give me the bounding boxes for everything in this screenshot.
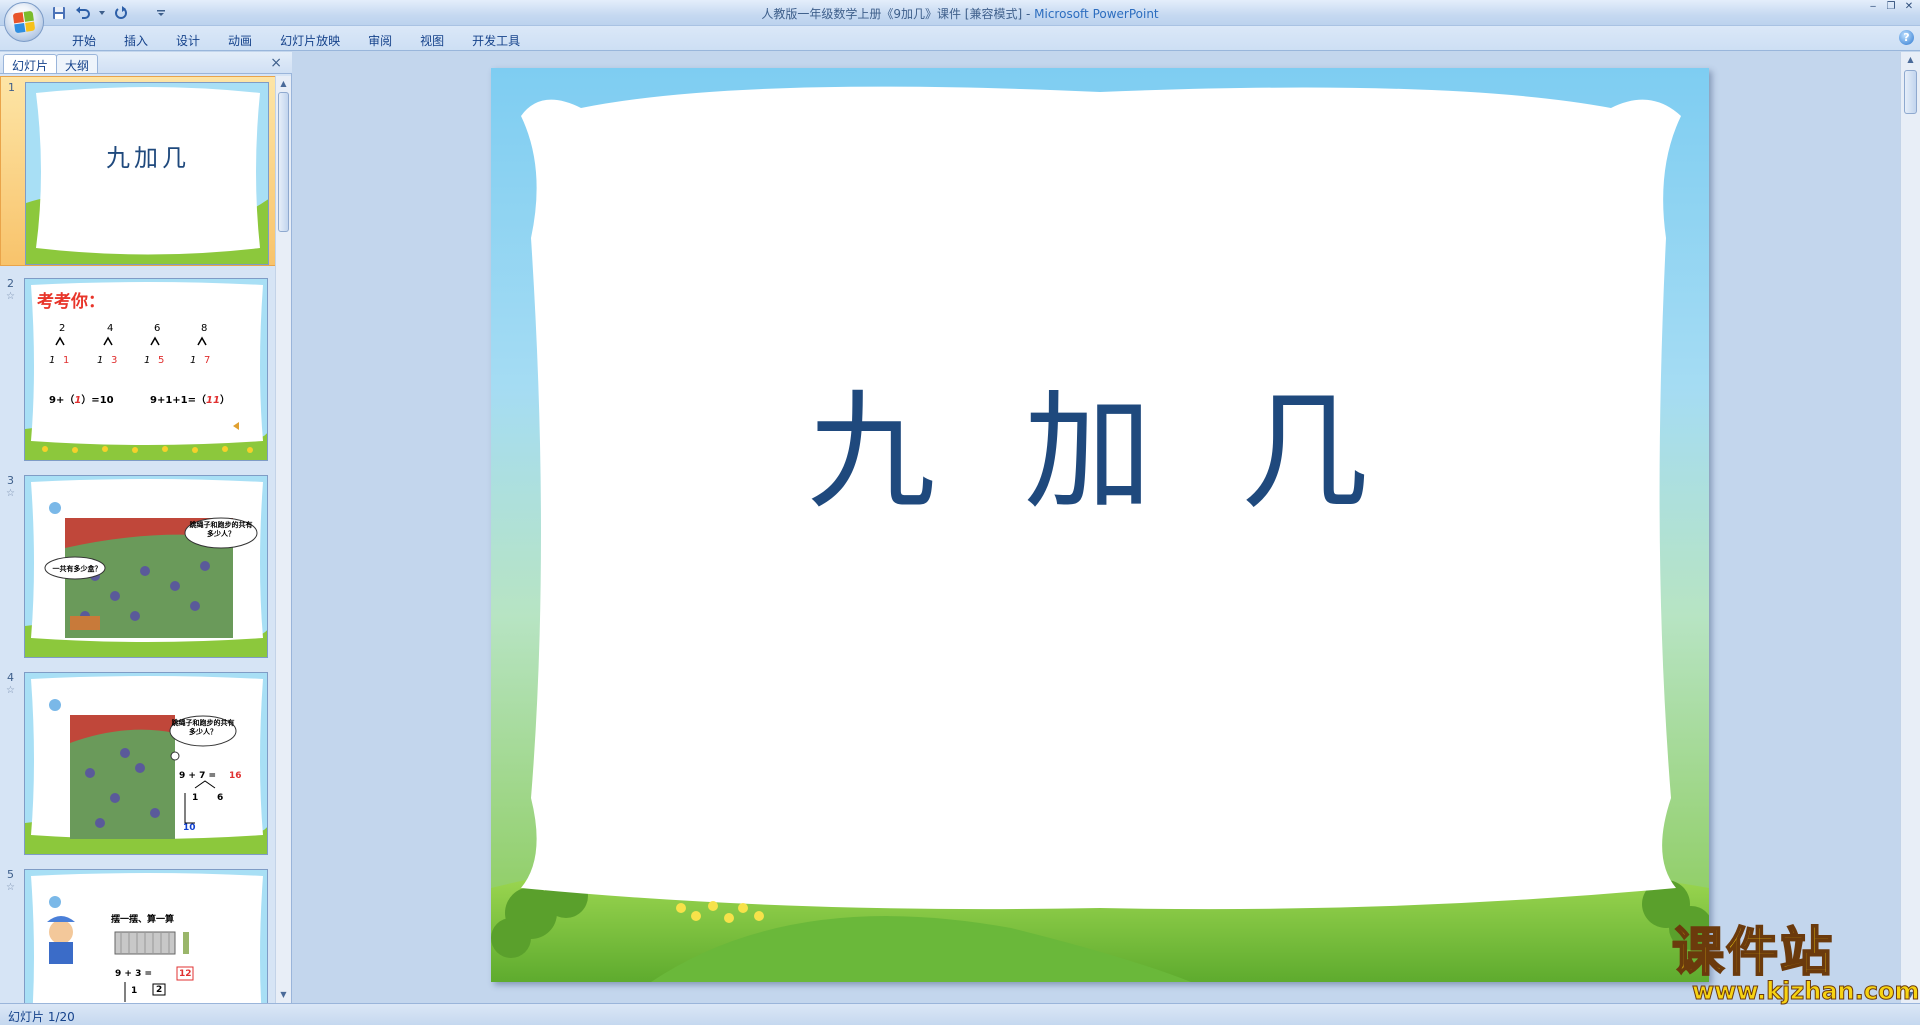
slide-background-graphic bbox=[25, 870, 267, 1003]
pane-header: 幻灯片 大纲 × bbox=[0, 52, 292, 74]
scroll-down-icon[interactable]: ▼ bbox=[276, 987, 291, 1003]
slide-number: 5 bbox=[7, 868, 14, 881]
number-left: 1 bbox=[190, 355, 197, 366]
number-right: 7 bbox=[204, 355, 211, 366]
document-title: 人教版一年级数学上册《9加几》课件 [兼容模式] - bbox=[761, 7, 1035, 21]
slide-thumbnail-2[interactable]: 考考你： 2 4 6 8 1 1 1 3 1 5 1 7 9+（1）=10 9+… bbox=[24, 278, 268, 461]
equation-part: ）=10 bbox=[81, 395, 114, 406]
number-top: 6 bbox=[154, 323, 161, 334]
thumbnail-row-1: 1 九加几 bbox=[0, 76, 276, 266]
ribbon: 开始 插入 设计 动画 幻灯片放映 审阅 视图 开发工具 ? bbox=[0, 26, 1920, 51]
slide-background-graphic bbox=[25, 673, 267, 854]
number-left: 1 bbox=[144, 355, 151, 366]
equation-2: 9+1+1=（11） bbox=[150, 391, 230, 406]
pane-scrollbar[interactable]: ▲ ▼ bbox=[275, 76, 291, 1003]
tab-review[interactable]: 审阅 bbox=[354, 29, 406, 52]
slide-editing-area: 九 加 几 bbox=[293, 52, 1900, 1003]
editor-scrollbar[interactable]: ▲ ▼ bbox=[1900, 52, 1920, 1003]
close-icon[interactable]: × bbox=[270, 55, 282, 71]
number-left: 1 bbox=[97, 355, 104, 366]
equation-1: 9+（1）=10 bbox=[49, 391, 114, 406]
thumbnail-heading: 考考你： bbox=[37, 292, 105, 312]
speech-bubble-text: 一共有多少盒？ bbox=[52, 565, 102, 573]
number-top: 2 bbox=[59, 323, 66, 334]
slide-background-graphic bbox=[26, 83, 268, 264]
restore-button[interactable]: ❐ bbox=[1884, 2, 1898, 12]
equation-answer: 11 bbox=[206, 395, 220, 406]
slide-thumbnail-3[interactable]: 一共有多少盒？ 跳绳子和跑步的共有多少人？ bbox=[24, 475, 268, 658]
equation-part: 9+（ bbox=[49, 395, 75, 406]
equation: 9 + 7 = bbox=[179, 771, 217, 781]
thumbnail-heading: 摆一摆、算一算 bbox=[111, 915, 175, 925]
main-slide[interactable]: 九 加 几 bbox=[491, 68, 1709, 982]
partial-sum: 10 bbox=[183, 823, 196, 833]
title-bar: 人教版一年级数学上册《9加几》课件 [兼容模式] - Microsoft Pow… bbox=[0, 0, 1920, 26]
window-title: 人教版一年级数学上册《9加几》课件 [兼容模式] - Microsoft Pow… bbox=[0, 5, 1920, 22]
slide-number: 3 bbox=[7, 474, 14, 487]
slide-thumbnail-1[interactable]: 九加几 bbox=[25, 82, 269, 265]
slide-number: 4 bbox=[7, 671, 14, 684]
tab-slides[interactable]: 幻灯片 bbox=[3, 54, 58, 73]
close-button[interactable]: ✕ bbox=[1902, 2, 1916, 12]
tab-insert[interactable]: 插入 bbox=[110, 29, 162, 52]
office-button[interactable] bbox=[4, 2, 44, 42]
help-button[interactable]: ? bbox=[1899, 30, 1914, 45]
animation-star-icon: ☆ bbox=[6, 291, 15, 302]
number-right: 5 bbox=[158, 355, 165, 366]
watermark-url: www.kjzhan.com bbox=[1691, 977, 1920, 1006]
tab-slide-show[interactable]: 幻灯片放映 bbox=[266, 29, 354, 52]
thumbnail-title: 九加几 bbox=[106, 144, 190, 172]
number-right: 3 bbox=[111, 355, 118, 366]
split-part: 1 bbox=[131, 986, 138, 996]
thumbnail-row-5: 5 ☆ 摆一摆、算一算 9 + 3 = 12 1 2 bbox=[0, 864, 276, 1003]
minimize-button[interactable]: ‒ bbox=[1866, 2, 1880, 12]
slide-number: 2 bbox=[7, 277, 14, 290]
scroll-thumb[interactable] bbox=[278, 92, 289, 232]
office-logo-icon bbox=[12, 10, 36, 34]
animation-star-icon: ☆ bbox=[6, 488, 15, 499]
split-arrows bbox=[55, 336, 207, 346]
number-top: 8 bbox=[201, 323, 208, 334]
speech-bubble-text: 跳绳子和跑步的共有多少人？ bbox=[171, 719, 235, 736]
thumbnail-row-2: 2 ☆ 考考你： 2 4 6 8 1 1 1 3 1 5 1 7 9+（1）=1… bbox=[0, 273, 276, 463]
thumbnail-row-3: 3 ☆ 一共有多少盒？ 跳绳子和跑步的共有多少人？ bbox=[0, 470, 276, 660]
equation-result: 12 bbox=[179, 969, 192, 979]
equation-part: ） bbox=[219, 395, 230, 406]
speech-bubble-text: 跳绳子和跑步的共有多少人？ bbox=[189, 521, 253, 538]
slide-thumbnails: 1 九加几 2 ☆ 考考你： 2 4 6 8 1 1 1 3 1 5 1 7 9… bbox=[0, 76, 276, 1003]
split-part: 2 bbox=[156, 985, 163, 995]
tab-design[interactable]: 设计 bbox=[162, 29, 214, 52]
window-controls: ‒ ❐ ✕ bbox=[1866, 2, 1916, 12]
number-right: 1 bbox=[63, 355, 70, 366]
slide-thumbnail-4[interactable]: 跳绳子和跑步的共有多少人？ 9 + 7 = 16 1 6 10 bbox=[24, 672, 268, 855]
tab-home[interactable]: 开始 bbox=[58, 29, 110, 52]
number-left: 1 bbox=[49, 355, 56, 366]
watermark-text: 课件站 bbox=[1671, 923, 1835, 983]
slide-counter: 幻灯片 1/20 bbox=[8, 1010, 75, 1024]
number-top: 4 bbox=[107, 323, 114, 334]
tab-view[interactable]: 视图 bbox=[406, 29, 458, 52]
application-name: Microsoft PowerPoint bbox=[1034, 7, 1159, 21]
animation-star-icon: ☆ bbox=[6, 685, 15, 696]
scroll-thumb[interactable] bbox=[1904, 70, 1917, 114]
ribbon-tabs: 开始 插入 设计 动画 幻灯片放映 审阅 视图 开发工具 bbox=[58, 29, 534, 52]
tab-animations[interactable]: 动画 bbox=[214, 29, 266, 52]
tab-outline[interactable]: 大纲 bbox=[56, 54, 99, 73]
slide-thumbnail-5[interactable]: 摆一摆、算一算 9 + 3 = 12 1 2 bbox=[24, 869, 268, 1003]
tab-developer[interactable]: 开发工具 bbox=[458, 29, 534, 52]
equation-part: 9+1+1=（ bbox=[150, 395, 207, 406]
watermark-logo: 课件站 www.kjzhan.com bbox=[1671, 923, 1920, 1006]
split-part: 1 bbox=[192, 793, 199, 803]
slides-pane: 幻灯片 大纲 × 1 九加几 2 ☆ 考考你： 2 4 6 8 1 1 1 3 … bbox=[0, 52, 292, 1003]
status-bar: 幻灯片 1/20 bbox=[0, 1003, 1920, 1025]
thumbnail-row-4: 4 ☆ 跳绳子和跑步的共有多少人？ 9 + 7 = 16 1 6 10 bbox=[0, 667, 276, 857]
scroll-up-icon[interactable]: ▲ bbox=[276, 76, 291, 92]
animation-star-icon: ☆ bbox=[6, 882, 15, 893]
scroll-up-icon[interactable]: ▲ bbox=[1901, 52, 1920, 68]
split-part: 6 bbox=[217, 793, 224, 803]
equation: 9 + 3 = bbox=[115, 969, 153, 979]
slide-number: 1 bbox=[8, 81, 15, 94]
slide-title[interactable]: 九 加 几 bbox=[491, 348, 1709, 533]
equation-result: 16 bbox=[229, 771, 242, 781]
